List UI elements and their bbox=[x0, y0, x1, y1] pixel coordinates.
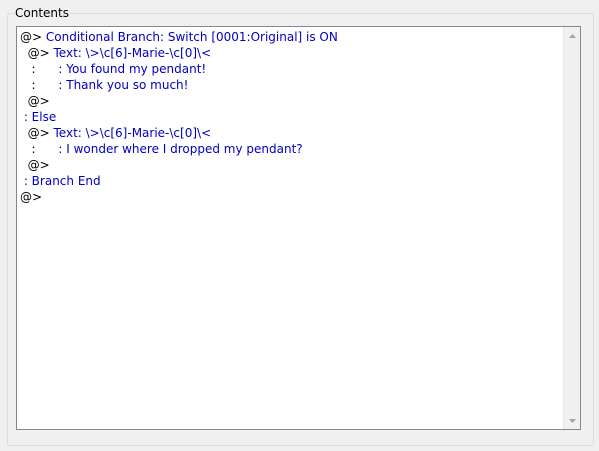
command-text: : bbox=[20, 78, 59, 92]
vertical-scrollbar[interactable] bbox=[563, 27, 580, 429]
command-text: Text: \>\c[6]-Marie-\c[0]\< bbox=[49, 46, 212, 60]
command-text: : I wonder where I dropped my pendant? bbox=[58, 142, 303, 156]
command-text: : bbox=[20, 62, 59, 76]
scroll-up-arrow-icon[interactable] bbox=[564, 27, 580, 44]
command-row[interactable]: @> Conditional Branch: Switch [0001:Orig… bbox=[20, 29, 562, 45]
command-row[interactable]: @> Text: \>\c[6]-Marie-\c[0]\< bbox=[20, 125, 562, 141]
event-commands-list[interactable]: @> Conditional Branch: Switch [0001:Orig… bbox=[16, 26, 581, 430]
command-text: : Thank you so much! bbox=[58, 78, 189, 92]
command-text: @> bbox=[20, 46, 50, 60]
command-text: Conditional Branch: Switch [0001:Origina… bbox=[42, 30, 338, 44]
command-text: @> bbox=[20, 30, 43, 44]
command-row[interactable]: @> Text: \>\c[6]-Marie-\c[0]\< bbox=[20, 45, 562, 61]
command-text: Text: \>\c[6]-Marie-\c[0]\< bbox=[49, 126, 212, 140]
command-text: @> bbox=[20, 126, 50, 140]
command-row[interactable]: @> bbox=[20, 93, 562, 109]
scroll-down-arrow-icon[interactable] bbox=[564, 412, 580, 429]
contents-group-title: Contents bbox=[14, 5, 70, 21]
command-text: @> bbox=[20, 190, 43, 204]
command-text: : Branch End bbox=[20, 174, 101, 188]
event-commands: @> Conditional Branch: Switch [0001:Orig… bbox=[20, 29, 562, 205]
command-text: : bbox=[20, 142, 59, 156]
command-text: @> bbox=[20, 158, 50, 172]
contents-panel: Contents @> Conditional Branch: Switch [… bbox=[0, 0, 599, 451]
command-row[interactable]: : : Thank you so much! bbox=[20, 77, 562, 93]
scrollbar-track[interactable] bbox=[564, 44, 580, 412]
command-text: @> bbox=[20, 94, 50, 108]
command-text: : Else bbox=[20, 110, 57, 124]
command-row[interactable]: : Branch End bbox=[20, 173, 562, 189]
command-row[interactable]: : : I wonder where I dropped my pendant? bbox=[20, 141, 562, 157]
command-row[interactable]: @> bbox=[20, 189, 562, 205]
command-text: : You found my pendant! bbox=[58, 62, 207, 76]
command-row[interactable]: @> bbox=[20, 157, 562, 173]
command-row[interactable]: : Else bbox=[20, 109, 562, 125]
command-row[interactable]: : : You found my pendant! bbox=[20, 61, 562, 77]
